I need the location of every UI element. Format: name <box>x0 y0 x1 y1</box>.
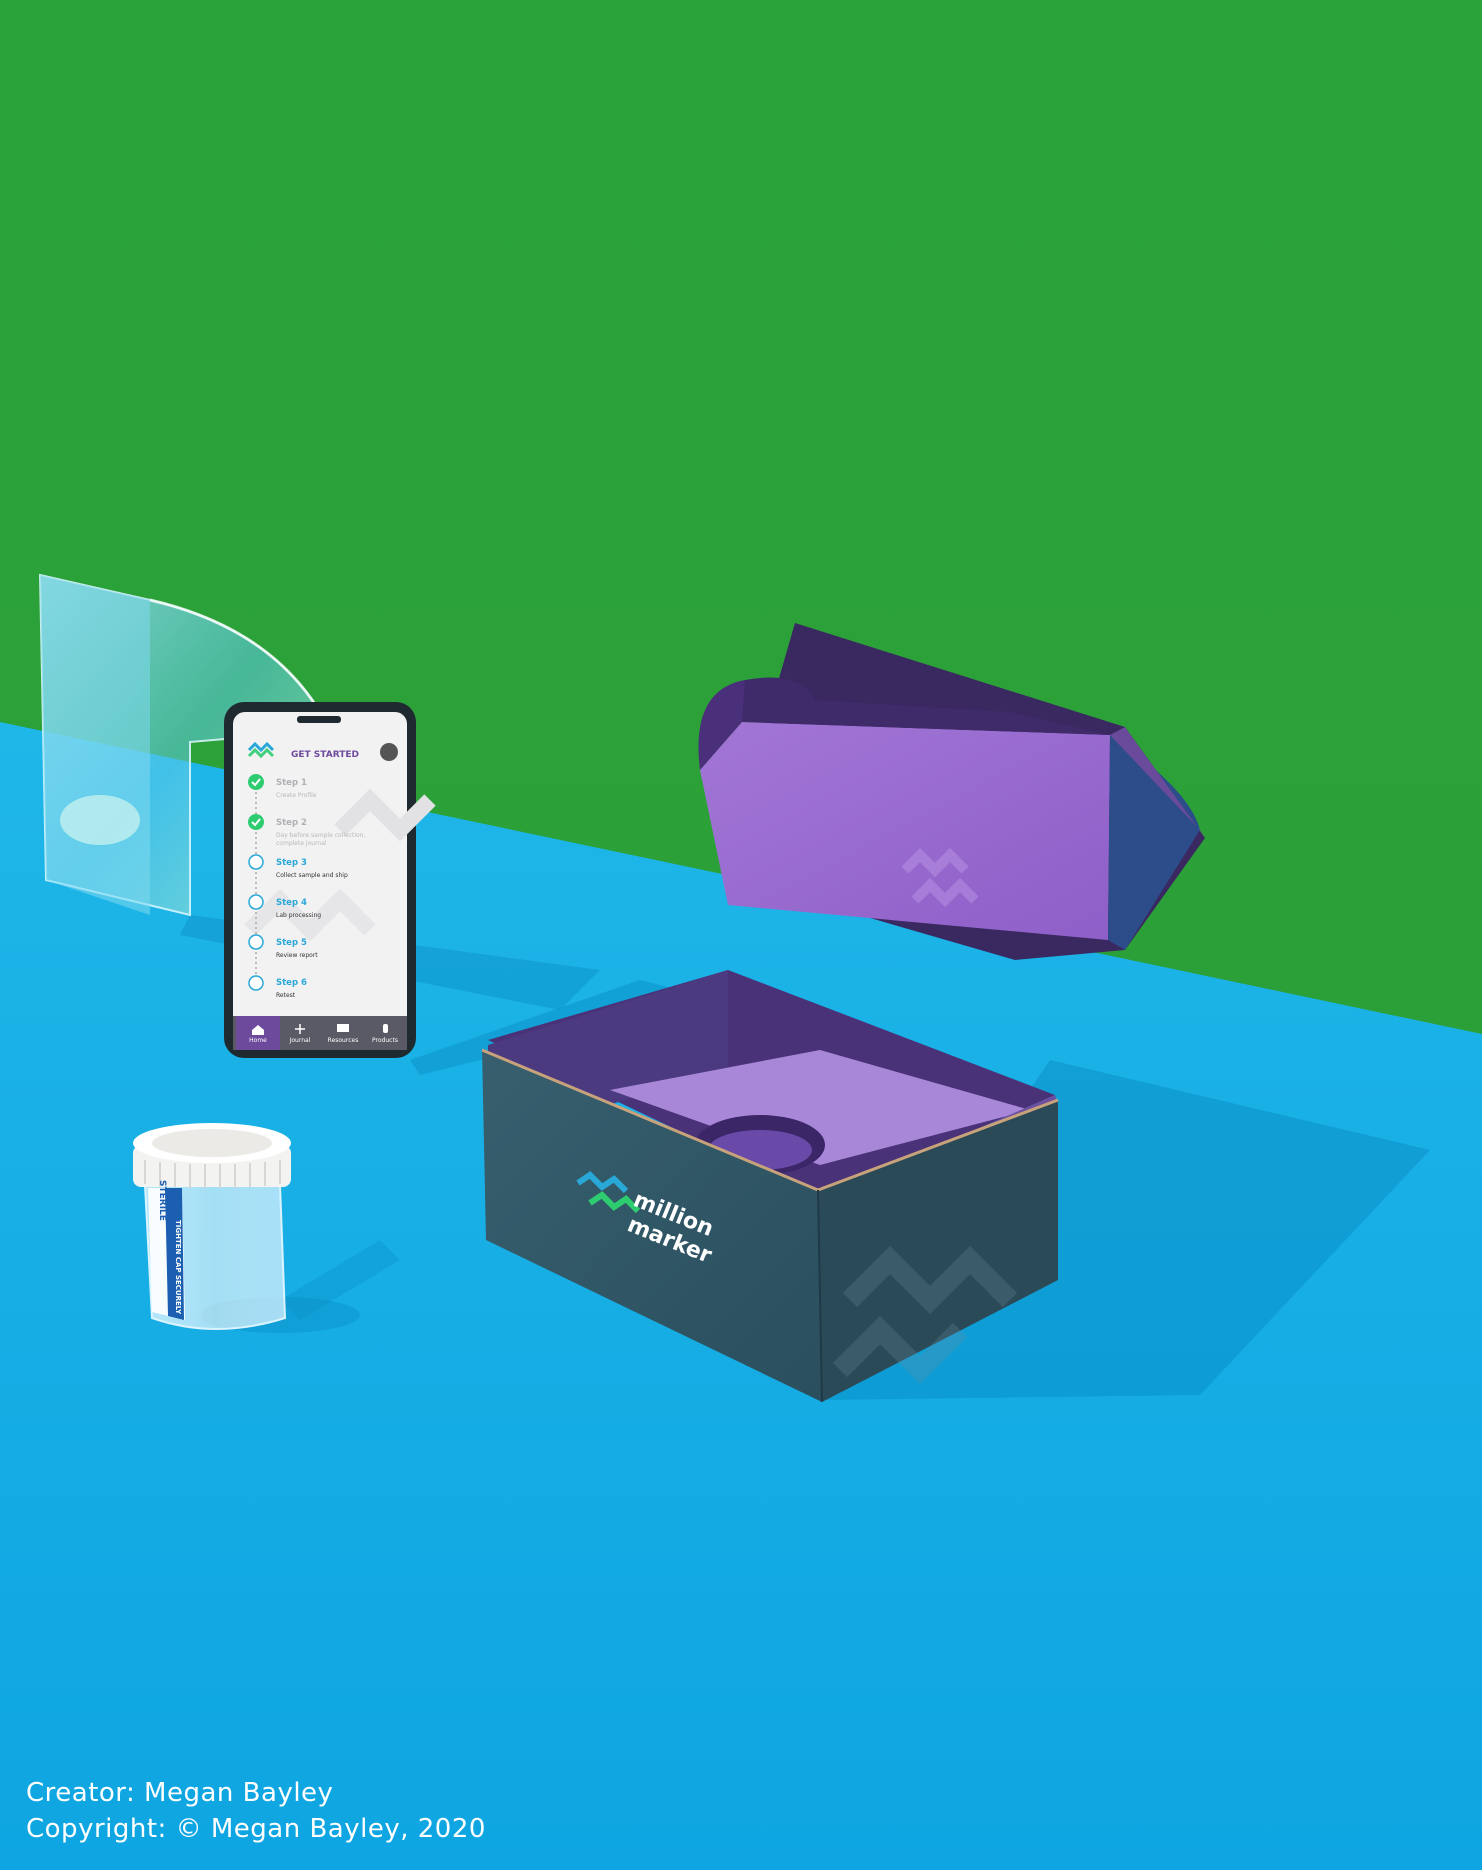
step-6-desc: Retest <box>276 992 296 999</box>
step-1-desc: Create Profile <box>276 792 317 799</box>
step-4-title: Step 4 <box>276 898 307 908</box>
specimen-jar <box>133 1123 291 1330</box>
step-2-desc: Day before sample collection, <box>276 832 365 839</box>
jar-side-text: TIGHTEN CAP SECURELY <box>174 1220 182 1315</box>
step-2-title: Step 2 <box>276 818 307 828</box>
avatar <box>380 743 398 761</box>
step-4-desc: Lab processing <box>276 912 321 919</box>
step-3-desc: Collect sample and ship <box>276 872 348 879</box>
book-icon <box>337 1024 349 1032</box>
nav-journal-label: Journal <box>289 1037 311 1044</box>
step-6-title: Step 6 <box>276 978 307 988</box>
step-1-title: Step 1 <box>276 778 307 788</box>
step-5-desc: Review report <box>276 952 318 959</box>
copyright-credit: Copyright: © Megan Bayley, 2020 <box>26 1814 486 1844</box>
nav-products-label: Products <box>372 1037 398 1044</box>
jar-label-text: STERILE <box>157 1180 167 1221</box>
creator-credit: Creator: Megan Bayley <box>26 1778 334 1808</box>
phone-header-title: GET STARTED <box>291 750 359 760</box>
step-3-title: Step 3 <box>276 858 307 868</box>
nav-home-label: Home <box>249 1037 267 1044</box>
step-2-desc-line2: complete journal <box>276 840 327 847</box>
product-photo-scene: GET STARTED Step 1 Create Profile Step 2… <box>0 0 1482 1870</box>
box-lid-inner <box>700 722 1110 940</box>
nav-resources-label: Resources <box>328 1037 359 1044</box>
step-5-title: Step 5 <box>276 938 307 948</box>
bottle-icon <box>383 1024 388 1033</box>
